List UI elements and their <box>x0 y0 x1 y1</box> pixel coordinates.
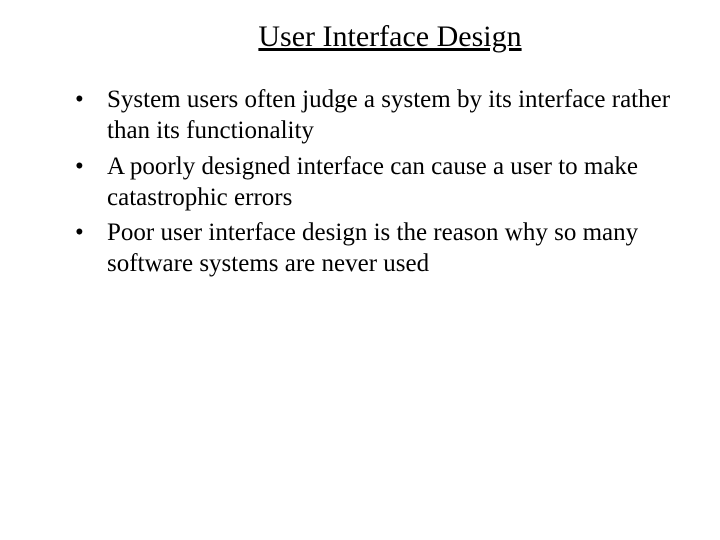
list-item: System users often judge a system by its… <box>75 84 680 147</box>
list-item: Poor user interface design is the reason… <box>75 217 680 280</box>
bullet-list: System users often judge a system by its… <box>40 84 680 280</box>
slide-title: User Interface Design <box>40 20 680 54</box>
list-item: A poorly designed interface can cause a … <box>75 151 680 214</box>
